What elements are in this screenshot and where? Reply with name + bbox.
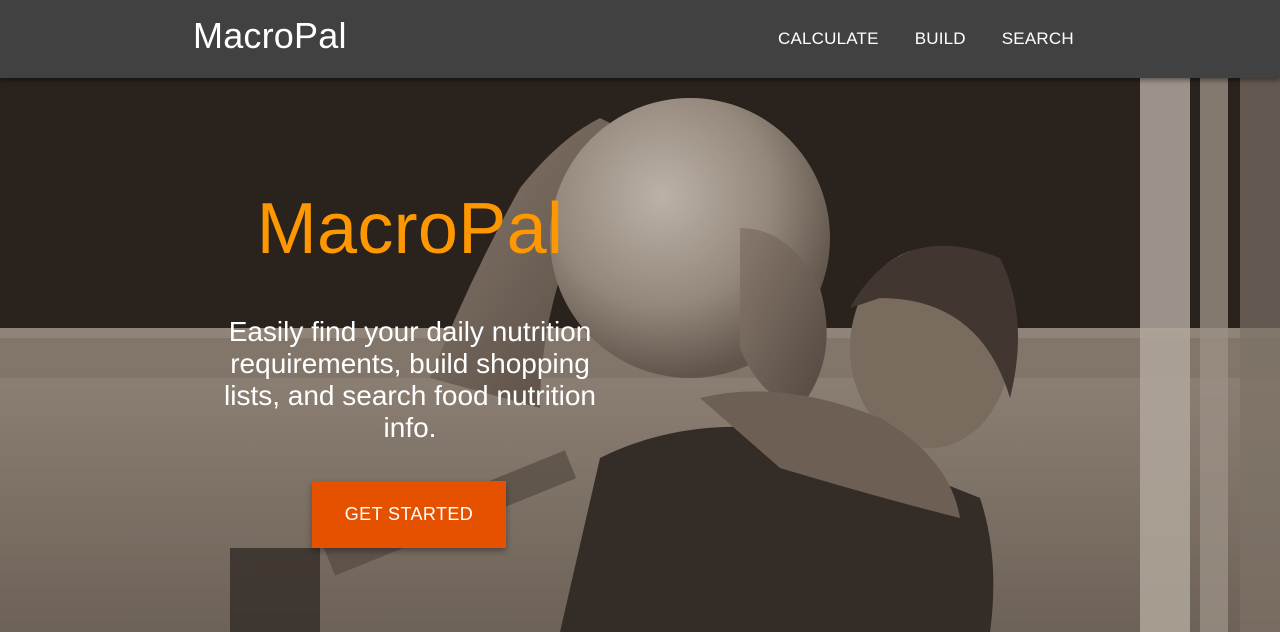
nav-link-build[interactable]: BUILD [897,0,984,78]
brand-logo-link[interactable]: MacroPal [193,15,347,57]
hero-background-photo [0,78,1280,632]
nav-links: CALCULATE BUILD SEARCH [760,0,1092,78]
get-started-button[interactable]: GET STARTED [312,481,506,548]
hero-title: MacroPal [256,189,564,269]
nav-link-calculate[interactable]: CALCULATE [760,0,897,78]
hero-section: MacroPal Easily find your daily nutritio… [0,78,1280,632]
nav-link-search[interactable]: SEARCH [984,0,1092,78]
hero-subtitle: Easily find your daily nutrition require… [224,316,596,443]
top-navbar: MacroPal CALCULATE BUILD SEARCH [0,0,1280,78]
